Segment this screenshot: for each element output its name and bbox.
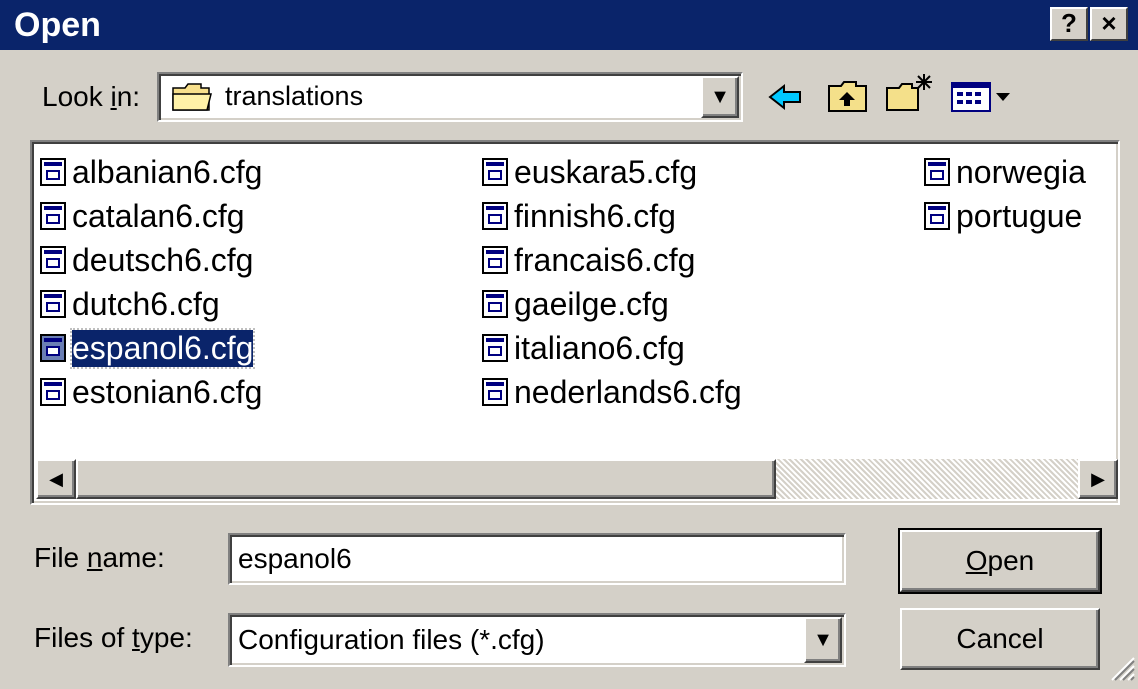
cfg-file-icon	[482, 158, 508, 186]
scrollbar-thumb[interactable]	[76, 459, 776, 499]
file-column-3: norwegia portugue	[924, 150, 1114, 238]
cfg-file-icon	[924, 202, 950, 230]
scroll-right-button[interactable]: ▶	[1078, 459, 1118, 499]
file-type-select[interactable]: Configuration files (*.cfg) ▼	[228, 613, 846, 667]
help-button[interactable]: ?	[1050, 7, 1088, 41]
file-column-2: euskara5.cfg finnish6.cfg francais6.cfg …	[482, 150, 742, 414]
cfg-file-icon	[482, 290, 508, 318]
list-item[interactable]: italiano6.cfg	[482, 326, 742, 370]
close-button[interactable]: ×	[1090, 7, 1128, 41]
look-in-dropdown-button[interactable]: ▼	[701, 76, 739, 118]
arrow-right-icon: ▶	[1091, 468, 1105, 489]
folder-icon	[171, 82, 213, 117]
file-name-input[interactable]: espanol6	[228, 533, 846, 585]
file-type-dropdown-button[interactable]: ▼	[804, 617, 842, 663]
file-list[interactable]: albanian6.cfg catalan6.cfg deutsch6.cfg …	[30, 140, 1120, 505]
cfg-file-icon	[40, 158, 66, 186]
cfg-file-icon	[40, 246, 66, 274]
list-item[interactable]: albanian6.cfg	[40, 150, 262, 194]
list-item[interactable]: estonian6.cfg	[40, 370, 262, 414]
file-name-label: File name:	[34, 542, 165, 573]
cfg-file-icon	[482, 378, 508, 406]
cfg-file-icon	[40, 290, 66, 318]
list-item[interactable]: euskara5.cfg	[482, 150, 742, 194]
cancel-button[interactable]: Cancel	[900, 608, 1100, 670]
arrow-left-icon: ◀	[49, 468, 63, 489]
chevron-down-icon: ▼	[710, 85, 730, 108]
list-item[interactable]: portugue	[924, 194, 1114, 238]
cfg-file-icon	[482, 246, 508, 274]
file-type-label: Files of type:	[34, 622, 193, 653]
open-button[interactable]: Open	[898, 528, 1102, 594]
up-folder-icon[interactable]	[826, 78, 870, 119]
cfg-file-icon	[924, 158, 950, 186]
title-bar[interactable]	[0, 0, 1138, 50]
back-arrow-icon[interactable]	[766, 80, 806, 119]
scroll-left-button[interactable]: ◀	[36, 459, 76, 499]
list-item[interactable]: nederlands6.cfg	[482, 370, 742, 414]
cfg-file-icon	[482, 202, 508, 230]
cfg-file-icon	[40, 334, 66, 362]
cfg-file-icon	[40, 378, 66, 406]
list-item[interactable]: finnish6.cfg	[482, 194, 742, 238]
list-item[interactable]: gaeilge.cfg	[482, 282, 742, 326]
list-item[interactable]: dutch6.cfg	[40, 282, 262, 326]
horizontal-scrollbar[interactable]: ◀ ▶	[36, 459, 1118, 499]
cfg-file-icon	[40, 202, 66, 230]
list-item-selected[interactable]: espanol6.cfg	[40, 326, 262, 370]
look-in-label: Look in:	[42, 81, 141, 112]
new-folder-icon[interactable]	[884, 72, 934, 119]
list-item[interactable]: catalan6.cfg	[40, 194, 262, 238]
list-item[interactable]: norwegia	[924, 150, 1114, 194]
cfg-file-icon	[482, 334, 508, 362]
list-item[interactable]: deutsch6.cfg	[40, 238, 262, 282]
list-item[interactable]: francais6.cfg	[482, 238, 742, 282]
current-folder-text: translations	[225, 81, 364, 111]
look-in-combo[interactable]: translations ▼	[157, 72, 743, 122]
view-menu-icon[interactable]	[950, 80, 1020, 119]
resize-grip-icon[interactable]	[1106, 652, 1136, 687]
chevron-down-icon: ▼	[813, 628, 833, 651]
window-title: Open	[14, 6, 101, 44]
file-column-1: albanian6.cfg catalan6.cfg deutsch6.cfg …	[40, 150, 262, 414]
